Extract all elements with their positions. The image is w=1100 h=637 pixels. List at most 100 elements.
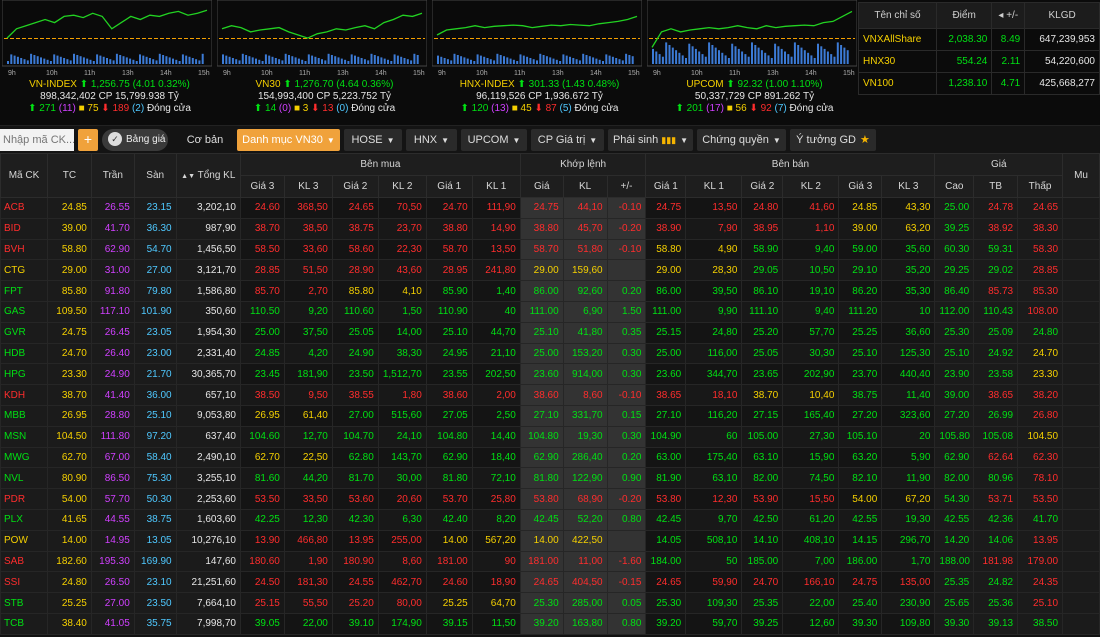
table-row[interactable]: HPG 23.30 24.90 21.70 30,365,70 23.45 181,90 23… xyxy=(0,363,1100,386)
col-price-tb[interactable]: TB xyxy=(973,175,1019,198)
tab-hose[interactable]: HOSE ▼ xyxy=(344,129,402,151)
col-price-th-p[interactable]: Thấp xyxy=(1017,175,1064,198)
col-index-point[interactable]: Điểm xyxy=(935,2,993,29)
table-row[interactable]: CTG 29.00 31.00 27.00 3,121,70 28.85 51,50 28.9… xyxy=(0,259,1100,282)
more-cell xyxy=(1062,342,1100,365)
more-cell xyxy=(1062,488,1100,510)
ask-volume-cell: 9,40 xyxy=(782,300,840,323)
mini-chart-hnxindex[interactable]: 9h 10h 11h 13h 14h 15h HNX-INDEX ⬆ 301.33 (1.4… xyxy=(432,0,647,122)
bid-price-cell: 85.70 xyxy=(239,280,285,302)
col-sell-kl-3[interactable]: KL 3 xyxy=(881,175,936,198)
table-row[interactable]: SSI 24.80 26.50 23.10 21,251,60 24.50 181,30 24… xyxy=(0,571,1100,594)
table-row[interactable]: HDB 24.70 26.40 23.00 2,331,40 24.85 4,20 24.90… xyxy=(0,342,1100,365)
col-match--[interactable]: +/- xyxy=(606,175,647,198)
col-index-name[interactable]: Tên chỉ số xyxy=(858,2,937,29)
tab-ph-i-sinh[interactable]: Phái sinh ▮▮▮ ▼ xyxy=(608,129,693,151)
add-symbol-button[interactable]: + xyxy=(78,129,98,151)
ask-price-cell: 38.75 xyxy=(838,384,883,406)
col-sell-kl-1[interactable]: KL 1 xyxy=(685,175,743,198)
col-match-kl[interactable]: KL xyxy=(562,175,608,198)
table-row[interactable]: KDH 38.70 41.40 36.00 657,10 38.50 9,50 38.55 1,… xyxy=(0,384,1100,406)
col-index-volume[interactable]: KLGD xyxy=(1024,2,1100,29)
col-total-volume[interactable]: ▲▼ Tổng KL xyxy=(175,153,241,198)
table-row[interactable]: PDR 54.00 57.70 50.30 2,253,60 53.50 33,50 53.6… xyxy=(0,488,1100,510)
table-row[interactable]: MSN 104.50 111.80 97.20 637,40 104.60 12,70 104… xyxy=(0,425,1100,448)
col-sell-kl-2[interactable]: KL 2 xyxy=(782,175,840,198)
chart-hour-label: 11h xyxy=(514,70,525,76)
match-price-cell: 25.30 xyxy=(519,592,564,614)
index-row[interactable]: VNXAllShare 2,038.30 8.49 647,239,953 xyxy=(858,28,1100,51)
mini-chart-upcom[interactable]: 9h 10h 11h 13h 14h 15h UPCOM ⬆ 92.32 (1.00 1.1… xyxy=(647,0,862,122)
col-buy-kl-2[interactable]: KL 2 xyxy=(377,175,427,198)
col-price-cao[interactable]: Cao xyxy=(934,175,975,198)
tab-cp-gi-tr-[interactable]: CP Giá trị ▼ xyxy=(531,129,604,151)
index-row[interactable]: HNX30 554.24 2.11 54,220,600 xyxy=(858,50,1100,73)
table-row[interactable]: TCB 38.40 41.05 35.75 7,998,70 39.05 22,00 39.1… xyxy=(0,612,1100,635)
col-buy-kl-1[interactable]: KL 1 xyxy=(471,175,521,198)
table-row[interactable]: MBB 26.95 28.80 25.10 9,053,80 26.95 61,40 27.0… xyxy=(0,404,1100,427)
sort-icon[interactable]: ▲▼ xyxy=(181,173,195,180)
bid-volume-cell: 43,60 xyxy=(377,259,427,282)
high-price-cell: 39.30 xyxy=(934,612,975,635)
price-board-toggle[interactable]: ✓ Bảng giá xyxy=(102,129,168,151)
col-buy-gi-1[interactable]: Giá 1 xyxy=(425,175,473,198)
symbol-cell: GAS xyxy=(0,300,48,323)
chevron-down-icon: ▼ xyxy=(386,136,395,145)
col-ceil[interactable]: Trần xyxy=(90,153,135,198)
ask-price-cell: 29.00 xyxy=(645,259,687,282)
ask-volume-cell: 60 xyxy=(685,425,743,448)
table-row[interactable]: NVL 80.90 86.50 75.30 3,255,10 81.60 44,20 81.7… xyxy=(0,467,1100,490)
bid-price-cell: 104.70 xyxy=(331,425,379,448)
col-sell-gi-3[interactable]: Giá 3 xyxy=(838,175,883,198)
table-row[interactable]: POW 14.00 14.95 13.05 10,276,10 13.90 466,80 13… xyxy=(0,529,1100,552)
table-row[interactable]: BID 39.00 41.70 36.30 987,90 38.70 38,50 38.75 2… xyxy=(0,217,1100,240)
ask-volume-cell: 135,00 xyxy=(881,571,936,594)
group-sell: Bên bán xyxy=(645,153,936,176)
col-buy-gi-3[interactable]: Giá 3 xyxy=(239,175,285,198)
col-match-gi-[interactable]: Giá xyxy=(519,175,564,198)
table-row[interactable]: GAS 109.50 117.10 101.90 350,60 110.50 9,20 110… xyxy=(0,300,1100,323)
match-volume-cell: 19,30 xyxy=(562,425,608,448)
symbol-cell: BVH xyxy=(0,238,48,261)
col-sell-gi-2[interactable]: Giá 2 xyxy=(741,175,784,198)
table-row[interactable]: PLX 41.65 44.55 38.75 1,603,60 42.25 12,30 42.3… xyxy=(0,508,1100,531)
col-floor[interactable]: Sàn xyxy=(133,153,177,198)
bid-volume-cell: 61,40 xyxy=(283,404,333,427)
table-row[interactable]: MWG 62.70 67.00 58.40 2,490,10 62.70 22,50 62.8… xyxy=(0,446,1100,469)
table-row[interactable]: FPT 85.80 91.80 79.80 1,586,80 85.70 2,70 85.80… xyxy=(0,280,1100,302)
tab--t-ng-gd[interactable]: Ý tưởng GD ★ xyxy=(790,129,876,151)
col-symbol[interactable]: Mã CK xyxy=(0,153,48,198)
index-row[interactable]: VN100 1,238.10 4.71 425,668,277 xyxy=(858,72,1100,95)
col-buy-gi-2[interactable]: Giá 2 xyxy=(331,175,379,198)
mini-chart-vn30[interactable]: 9h 10h 11h 13h 14h 15h VN30 ⬆ 1,276.70 (4.64 0… xyxy=(217,0,432,122)
col-buy-kl-3[interactable]: KL 3 xyxy=(283,175,333,198)
col-sell-gi-1[interactable]: Giá 1 xyxy=(645,175,687,198)
bid-price-cell: 24.60 xyxy=(239,197,285,219)
ask-volume-cell: 5,90 xyxy=(881,446,936,469)
tab-upcom[interactable]: UPCOM ▼ xyxy=(461,129,527,151)
table-row[interactable]: STB 25.25 27.00 23.50 7,664,10 25.15 55,50 25.2… xyxy=(0,592,1100,614)
col-ref[interactable]: TC xyxy=(46,153,92,198)
match-change-cell: 0.30 xyxy=(606,342,647,365)
ref-price-cell: 24.75 xyxy=(46,321,92,344)
col-index-change[interactable]: ◂ +/- xyxy=(991,2,1026,29)
up-arrow-icon: ⬆ xyxy=(726,79,735,90)
ask-price-cell: 25.25 xyxy=(838,321,883,344)
bid-price-cell: 25.20 xyxy=(331,592,379,614)
table-row[interactable]: GVR 24.75 26.45 23.05 1,954,30 25.00 37,50 25.0… xyxy=(0,321,1100,344)
table-row[interactable]: SAB 182.60 195.30 169.90 147,60 180.60 1,90 180… xyxy=(0,550,1100,573)
ask-volume-cell: 166,10 xyxy=(782,571,840,594)
tab-ch-ng-quy-n[interactable]: Chứng quyền ▼ xyxy=(697,129,786,151)
mini-chart-vnindex[interactable]: 9h 10h 11h 13h 14h 15h VN-INDEX ⬆ 1,256.75 (4.… xyxy=(2,0,217,122)
high-price-cell: 42.55 xyxy=(934,508,975,531)
tab-c-b-n[interactable]: Cơ bản xyxy=(178,129,232,151)
symbol-search-input[interactable] xyxy=(0,129,74,151)
table-row[interactable]: BVH 58.80 62.90 54.70 1,456,50 58.50 33,60 58.6… xyxy=(0,238,1100,261)
index-change: 4.71 xyxy=(991,72,1026,95)
advancers: 201 xyxy=(686,103,704,114)
ask-price-cell: 105.10 xyxy=(838,425,883,448)
table-row[interactable]: ACB 24.85 26.55 23.15 3,202,10 24.60 368,50 24.… xyxy=(0,197,1100,219)
tab-hnx[interactable]: HNX ▼ xyxy=(406,129,457,151)
tab-danh-m-c-vn30[interactable]: Danh mục VN30 ▼ xyxy=(237,129,340,151)
match-volume-cell: 286,40 xyxy=(562,446,608,469)
